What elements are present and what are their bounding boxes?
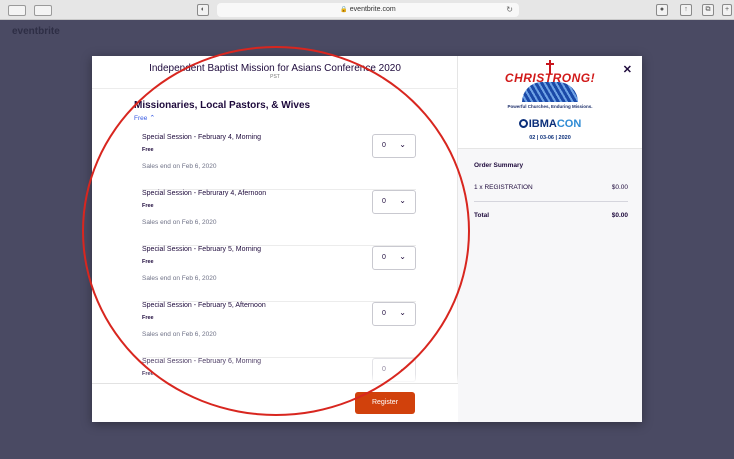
ticket-name: Special Session - February 5, Morning [142,246,262,253]
event-title: Independent Baptist Mission for Asians C… [149,63,401,74]
quantity-select[interactable]: 0 ⌄ [372,302,416,326]
ticket-name: Special Session - February 5, Afternoon [142,302,266,309]
checkout-modal: Independent Baptist Mission for Asians C… [92,56,642,422]
tabs-icon[interactable]: ⧉ [702,4,714,16]
ticket-name: Special Session - Februrary 4, Afernoon [142,190,267,197]
ticket-price: Free [142,147,154,153]
summary-divider [458,148,642,149]
chevron-down-icon: ⌄ [399,196,406,205]
ibma-suffix: CON [556,118,582,130]
ticket-row: Special Session - Februrary 4, Afernoon … [142,190,416,246]
ibmacon-logo: IBMACON [458,118,642,130]
order-item-label: 1 x REGISTRATION [474,184,533,191]
ticket-sales-end: Sales end on Feb 6, 2020 [142,331,217,338]
ticket-sales-end: Sales end on Feb 6, 2020 [142,219,217,226]
ticket-row: Special Session - February 4, Morning Fr… [142,134,416,190]
quantity-value: 0 [382,142,386,149]
site-logo[interactable]: eventbrite [12,26,60,37]
total-price: $0.00 [611,212,628,219]
modal-footer: Register [92,384,458,422]
register-button[interactable]: Register [355,392,415,414]
tier-price-toggle[interactable]: Free ⌃ [134,114,155,122]
sidebar-toggle-icon[interactable] [34,5,52,16]
browser-toolbar: ◐ 🔒 eventbrite.com ↻ ● ↑ ⧉ + [0,0,734,20]
chevron-down-icon: ⌄ [399,140,406,149]
ticket-name: Special Session - February 6, Morning [142,358,262,365]
quantity-select[interactable]: 0 ⌄ [372,246,416,270]
logo-dates: 02 | 03-06 | 2020 [529,135,571,141]
total-divider [474,201,628,202]
logo-tagline: Powerful Churches, Enduring Missions. [507,104,593,109]
ibma-prefix: IBMA [528,118,557,130]
close-icon[interactable]: ✕ [623,63,632,76]
event-timezone: PST [270,74,280,80]
lock-icon: 🔒 [340,7,348,13]
ticket-price: Free [142,203,154,209]
header-divider [92,88,458,89]
quantity-value: 0 [382,310,386,317]
order-summary-title: Order Summary [474,162,524,169]
quantity-value: 0 [382,198,386,205]
chevron-down-icon: ⌄ [399,252,406,261]
chevron-down-icon: ⌄ [399,364,406,373]
ticket-price: Free [142,315,154,321]
ring-icon [518,119,528,128]
quantity-select[interactable]: 0 ⌄ [372,190,416,214]
ticket-tier-title: Missionaries, Local Pastors, & Wives [134,100,311,111]
order-item-price: $0.00 [611,184,628,191]
ticket-sales-end: Sales end on Feb 6, 2020 [142,163,217,170]
ticket-row: Special Session - February 5, Afternoon … [142,302,416,358]
reload-icon[interactable]: ↻ [506,3,513,17]
ticket-price: Free [142,259,154,265]
globe-icon [522,82,578,102]
chevron-up-icon: ⌃ [149,115,156,122]
ticket-sales-end: Sales end on Feb 6, 2020 [142,275,217,282]
url-text: eventbrite.com [349,6,396,13]
ticket-row: Special Session - February 5, Morning Fr… [142,246,416,302]
ticket-selection-panel: Independent Baptist Mission for Asians C… [92,56,458,422]
new-tab-icon[interactable]: + [722,4,732,16]
chevron-down-icon: ⌄ [399,308,406,317]
quantity-value: 0 [382,254,386,261]
ticket-name: Special Session - February 4, Morning [142,134,262,141]
total-label: Total [474,212,490,219]
privacy-shield-icon[interactable]: ◐ [197,4,209,16]
quantity-value: 0 [382,366,386,373]
tier-price-label: Free [134,115,148,122]
share-icon[interactable]: ↑ [680,4,692,16]
quantity-select[interactable]: 0 ⌄ [372,134,416,158]
event-logo: CHRISTRONG! Powerful Churches, Enduring … [458,56,642,148]
address-bar[interactable]: 🔒 eventbrite.com ↻ [217,3,519,17]
download-icon[interactable]: ● [656,4,668,16]
traffic-lights-icon[interactable] [8,5,26,16]
